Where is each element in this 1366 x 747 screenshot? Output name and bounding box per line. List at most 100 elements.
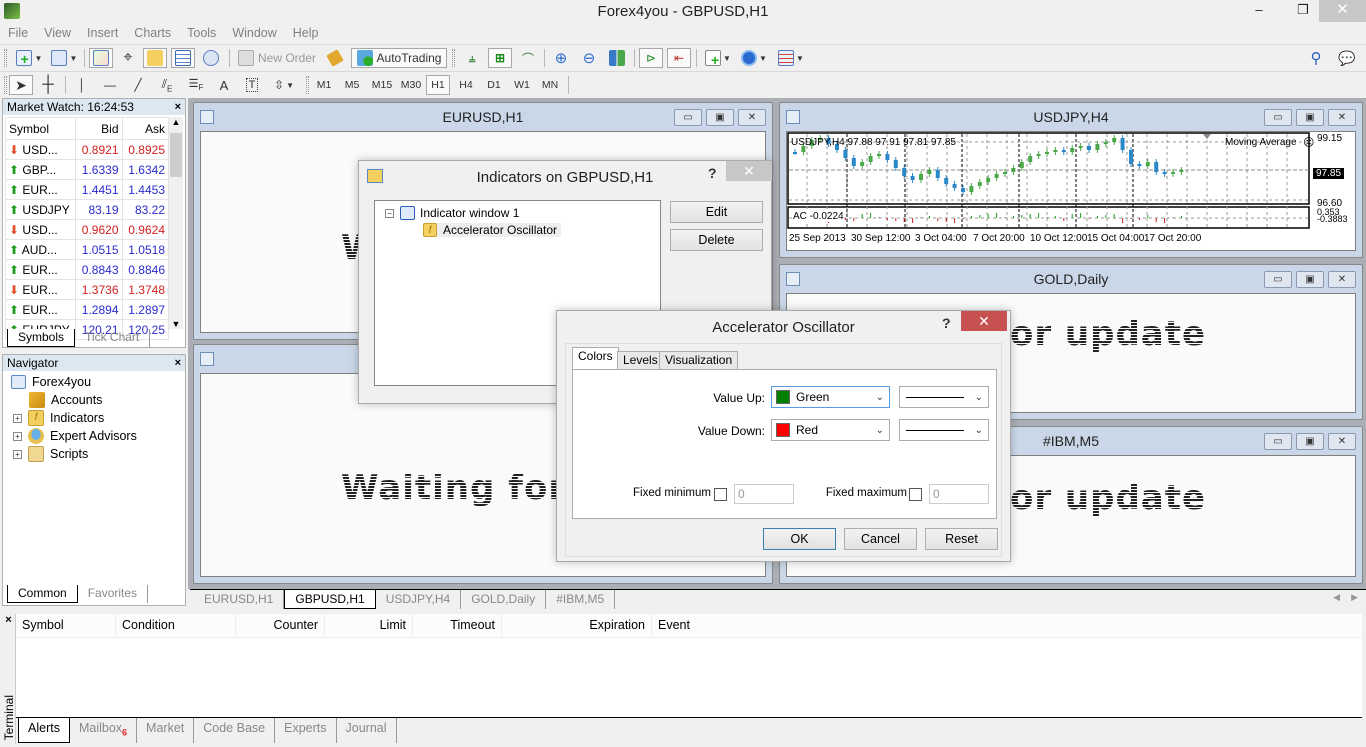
- market-watch-row[interactable]: ⬇ USD... 0.8921 0.8925: [5, 139, 169, 160]
- market-watch-row[interactable]: ⬇ EUR... 1.3736 1.3748: [5, 279, 169, 300]
- arrows-tool[interactable]: ⇳ ▼: [268, 75, 300, 95]
- fibonacci-tool[interactable]: ☰F: [184, 75, 208, 95]
- tab-experts[interactable]: Experts: [275, 718, 337, 743]
- strategy-tester-button[interactable]: [199, 48, 223, 68]
- value-down-line-style-select[interactable]: ⌄: [899, 419, 989, 441]
- column-symbol[interactable]: Symbol: [5, 117, 76, 140]
- nav-root-forex4you[interactable]: Forex4you: [11, 373, 91, 391]
- zoom-out-button[interactable]: ⊖: [577, 48, 601, 68]
- timeframe-m5[interactable]: M5: [340, 75, 364, 95]
- chart-shift-button[interactable]: ⇤: [667, 48, 691, 68]
- tabs-scroll-left-icon[interactable]: ◀: [1333, 592, 1340, 603]
- vertical-line-tool[interactable]: │: [70, 75, 94, 95]
- menu-tools[interactable]: Tools: [179, 24, 224, 42]
- chart-close-button[interactable]: ✕: [1328, 433, 1356, 450]
- tab-tick-chart[interactable]: Tick Chart: [75, 329, 151, 347]
- chart-minimize-button[interactable]: ▭: [1264, 109, 1292, 126]
- tab-symbols[interactable]: Symbols: [7, 329, 76, 347]
- fixed-maximum-checkbox[interactable]: [909, 488, 922, 501]
- chart-maximize-button[interactable]: ▣: [1296, 109, 1324, 126]
- tab-common[interactable]: Common: [7, 585, 78, 603]
- trendline-tool[interactable]: ╱: [126, 75, 150, 95]
- zoom-in-button[interactable]: ⊕: [549, 48, 573, 68]
- navigator-toggle[interactable]: [143, 48, 167, 68]
- menu-file[interactable]: File: [0, 24, 36, 42]
- scroll-thumb[interactable]: [170, 133, 182, 177]
- timeframe-m1[interactable]: M1: [312, 75, 336, 95]
- data-window-button[interactable]: ⌖: [116, 48, 140, 68]
- market-watch-row[interactable]: ⬇ USD... 0.9620 0.9624: [5, 219, 169, 240]
- menu-window[interactable]: Window: [224, 24, 284, 42]
- new-chart-button[interactable]: + ▼: [10, 48, 48, 68]
- chart-close-button[interactable]: ✕: [738, 109, 766, 126]
- chart-tab[interactable]: EURUSD,H1: [194, 590, 285, 609]
- timeframe-m15[interactable]: M15: [368, 75, 396, 95]
- expand-icon[interactable]: +: [13, 413, 22, 423]
- tab-levels[interactable]: Levels: [617, 351, 664, 369]
- scroll-up-icon[interactable]: ▲: [169, 117, 183, 127]
- column-timeout[interactable]: Timeout: [413, 614, 502, 637]
- nav-item-indicators[interactable]: + f Indicators: [13, 409, 104, 427]
- value-up-line-style-select[interactable]: ⌄: [899, 386, 989, 408]
- chart-window-usdjpy[interactable]: USDJPY,H4 ▭ ▣ ✕ USDJPY,H4 97.88 97.91 97.8…: [779, 102, 1363, 258]
- delete-button[interactable]: Delete: [670, 229, 763, 251]
- toolbar-grip[interactable]: [306, 76, 309, 94]
- column-bid[interactable]: Bid: [75, 117, 123, 140]
- timeframe-w1[interactable]: W1: [510, 75, 534, 95]
- market-watch-row[interactable]: ⬆ USDJPY 83.19 83.22: [5, 199, 169, 220]
- tree-item-accelerator-oscillator[interactable]: f Accelerator Oscillator: [423, 223, 562, 237]
- new-order-button[interactable]: New Order: [234, 48, 320, 68]
- column-event[interactable]: Event: [652, 614, 1362, 637]
- indicators-button[interactable]: + ▼: [702, 48, 734, 68]
- eraser-button[interactable]: [323, 48, 347, 68]
- navigator-close-button[interactable]: ×: [175, 355, 181, 371]
- market-watch-close-button[interactable]: ×: [175, 99, 181, 115]
- crosshair-tool[interactable]: ┼: [36, 75, 60, 95]
- column-symbol[interactable]: Symbol: [16, 614, 116, 637]
- text-tool[interactable]: A: [212, 75, 236, 95]
- ok-button[interactable]: OK: [763, 528, 836, 550]
- dialog-close-button[interactable]: ✕: [726, 161, 772, 181]
- chart-minimize-button[interactable]: ▭: [1264, 271, 1292, 288]
- horizontal-line-tool[interactable]: —: [98, 75, 122, 95]
- chat-button[interactable]: 💬: [1334, 48, 1360, 68]
- menu-charts[interactable]: Charts: [126, 24, 179, 42]
- autoscroll-button[interactable]: ⊳: [639, 48, 663, 68]
- fixed-minimum-input[interactable]: 0: [734, 484, 794, 504]
- tab-mailbox[interactable]: Mailbox6: [70, 718, 138, 743]
- market-watch-row[interactable]: ⬆ AUD... 1.0515 1.0518: [5, 239, 169, 260]
- edit-button[interactable]: Edit: [670, 201, 763, 223]
- terminal-toggle[interactable]: [171, 48, 195, 68]
- column-ask[interactable]: Ask: [121, 117, 169, 140]
- cancel-button[interactable]: Cancel: [844, 528, 917, 550]
- tree-item-indicator-window[interactable]: − Indicator window 1: [385, 206, 519, 220]
- tab-colors[interactable]: Colors: [572, 347, 619, 369]
- tab-journal[interactable]: Journal: [337, 718, 397, 743]
- terminal-close-button[interactable]: ×: [2, 614, 15, 626]
- bar-chart-button[interactable]: ⫨: [460, 48, 484, 68]
- tile-windows-button[interactable]: [605, 48, 629, 68]
- fixed-maximum-input[interactable]: 0: [929, 484, 989, 504]
- equidistant-channel-tool[interactable]: ⫽E: [154, 75, 180, 95]
- market-watch-row[interactable]: ⬆ EUR... 0.8843 0.8846: [5, 259, 169, 280]
- market-watch-toggle[interactable]: [89, 48, 113, 68]
- timeframe-d1[interactable]: D1: [482, 75, 506, 95]
- chart-canvas[interactable]: USDJPY,H4 97.88 97.91 97.81 97.85 Moving…: [786, 131, 1356, 251]
- reset-button[interactable]: Reset: [925, 528, 998, 550]
- menu-help[interactable]: Help: [285, 24, 327, 42]
- menu-insert[interactable]: Insert: [79, 24, 126, 42]
- chart-close-button[interactable]: ✕: [1328, 109, 1356, 126]
- chart-tab[interactable]: USDJPY,H4: [376, 590, 462, 609]
- cursor-tool[interactable]: ➤: [9, 75, 33, 95]
- autotrading-button[interactable]: AutoTrading: [351, 48, 447, 68]
- column-condition[interactable]: Condition: [116, 614, 236, 637]
- market-watch-row[interactable]: ⬆ GBP... 1.6339 1.6342: [5, 159, 169, 180]
- tab-market[interactable]: Market: [137, 718, 195, 743]
- line-chart-button[interactable]: ⌒: [516, 48, 540, 68]
- tab-favorites[interactable]: Favorites: [78, 585, 149, 603]
- expand-icon[interactable]: +: [13, 449, 22, 459]
- restore-button[interactable]: ❐: [1288, 0, 1318, 22]
- market-watch-row[interactable]: ⬆ EUR... 1.4451 1.4453: [5, 179, 169, 200]
- chart-tab[interactable]: GOLD,Daily: [461, 590, 547, 609]
- collapse-icon[interactable]: −: [385, 208, 394, 218]
